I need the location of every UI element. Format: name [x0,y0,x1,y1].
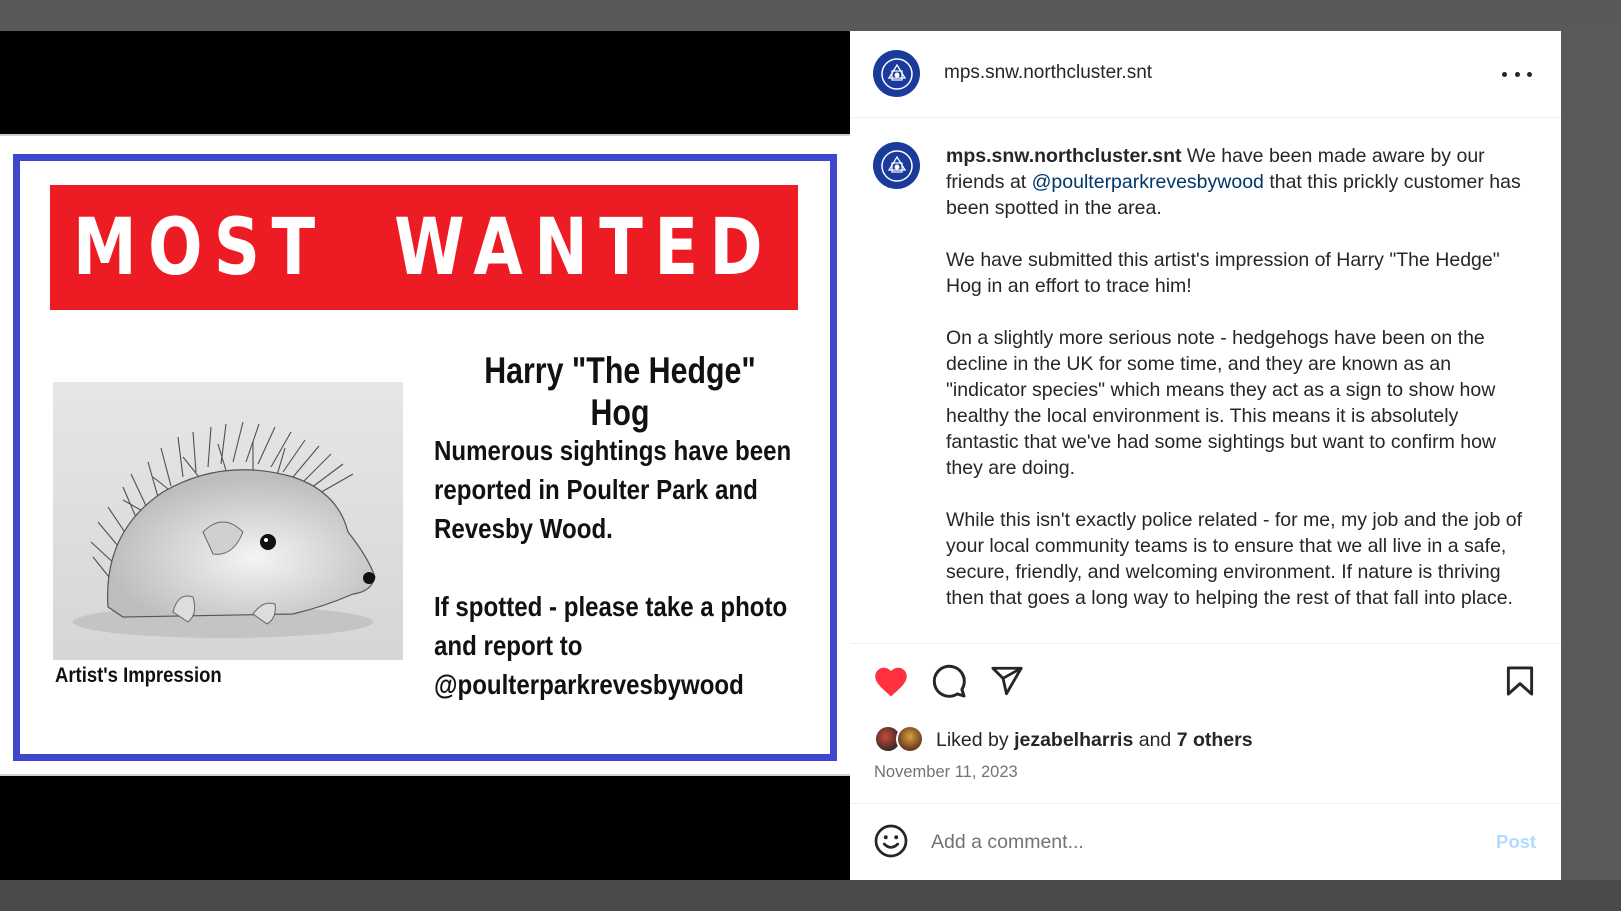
divider [850,643,1561,644]
poster-banner-text: MOST WANTED [73,202,775,293]
hedgehog-drawing [53,382,403,660]
account-username[interactable]: mps.snw.northcluster.snt [944,62,1152,84]
caption-avatar[interactable] [873,142,920,189]
share-icon[interactable] [988,662,1026,700]
caption-text: mps.snw.northcluster.snt We have been ma… [946,143,1526,637]
bookmark-icon[interactable] [1501,662,1539,700]
comment-input[interactable] [931,827,1471,857]
poster-body: Numerous sightings have been reported in… [434,431,795,704]
emoji-icon[interactable] [872,822,910,860]
poster-title: Harry "The Hedge" Hog [484,350,756,433]
avatar [896,725,924,753]
crest-icon [880,149,913,182]
crest-icon [880,57,913,90]
caption-paragraph: While this isn't exactly police related … [946,509,1522,609]
liker-username[interactable]: jezabelharris [1014,729,1133,751]
likes-others-link[interactable]: 7 others [1177,729,1253,751]
poster-body-sightings: Numerous sightings have been reported in… [434,435,792,544]
divider [850,803,1561,804]
poster-banner: MOST WANTED [50,185,798,310]
poster-frame: MOST WANTED Artist's Impression Harry "T… [13,154,837,761]
post-modal: MOST WANTED Artist's Impression Harry "T… [0,31,1561,880]
liker-avatars[interactable] [874,725,930,755]
likes-summary: Liked by jezabelharris and 7 others [874,725,1253,755]
caption-mention-link[interactable]: @poulterparkrevesbywood [1032,171,1264,193]
post-comment-button[interactable]: Post [1496,831,1536,853]
post-date[interactable]: November 11, 2023 [874,763,1018,782]
caption-paragraph: mps.snw.northcluster.snt We have been ma… [946,143,1526,221]
backdrop [1561,31,1621,880]
backdrop [0,0,1621,31]
likes-text: Liked by jezabelharris and 7 others [936,729,1253,752]
wanted-poster-image: MOST WANTED Artist's Impression Harry "T… [0,134,850,776]
caption-paragraph: On a slightly more serious note - hedgeh… [946,327,1497,479]
caption-paragraph: We have submitted this artist's impressi… [946,249,1500,297]
comment-icon[interactable] [930,662,968,700]
image-caption: Artist's Impression [55,664,222,687]
likes-joiner: and [1138,728,1172,751]
heart-icon[interactable] [872,662,910,700]
account-avatar[interactable] [873,50,920,97]
more-options-icon[interactable] [1502,59,1532,89]
post-media: MOST WANTED Artist's Impression Harry "T… [0,31,850,880]
post-header: mps.snw.northcluster.snt [850,31,1561,118]
post-caption: mps.snw.northcluster.snt We have been ma… [850,119,1561,643]
post-side-panel: mps.snw.northcluster.snt mps.snw.northcl… [850,31,1561,880]
poster-body-report: If spotted - please take a photo and rep… [434,591,788,700]
backdrop [0,880,1621,911]
caption-username[interactable]: mps.snw.northcluster.snt [946,145,1182,167]
likes-prefix: Liked by [936,728,1009,751]
